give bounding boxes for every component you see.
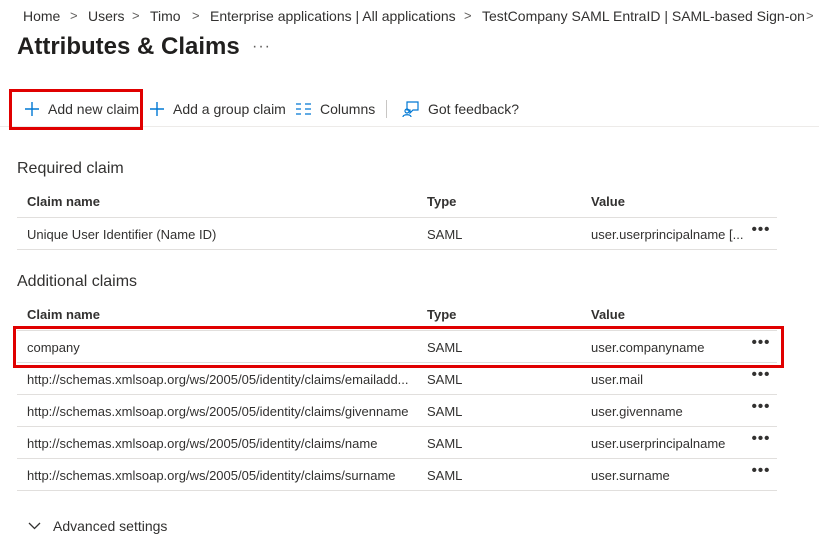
claim-name: company [27,340,80,355]
additional-claims-header: Claim name Type Value [17,298,777,331]
claim-value: user.surname [591,468,670,483]
page-more-button[interactable]: ··· [252,38,271,56]
advanced-settings-toggle[interactable]: Advanced settings [28,518,167,534]
toolbar-divider [386,100,387,118]
claim-name: http://schemas.xmlsoap.org/ws/2005/05/id… [27,468,396,483]
claim-type: SAML [427,372,463,387]
claim-value: user.userprincipalname [591,436,726,451]
claim-name: Unique User Identifier (Name ID) [27,227,217,242]
claim-name: http://schemas.xmlsoap.org/ws/2005/05/id… [27,404,409,419]
table-row[interactable]: http://schemas.xmlsoap.org/ws/2005/05/id… [17,459,777,491]
columns-label: Columns [320,101,376,117]
plus-icon [150,102,164,116]
row-more-button[interactable]: ••• [750,367,772,387]
table-row[interactable]: http://schemas.xmlsoap.org/ws/2005/05/id… [17,395,777,427]
breadcrumb-enterprise-applications[interactable]: Enterprise applications | All applicatio… [210,8,456,24]
table-row[interactable]: company SAML user.companyname ••• [17,331,777,363]
feedback-icon [402,101,419,118]
feedback-label: Got feedback? [428,101,520,117]
add-group-claim-button[interactable]: Add a group claim [149,94,286,124]
column-header-claim-name[interactable]: Claim name [27,194,425,209]
page-title: Attributes & Claims [17,33,240,60]
claim-type: SAML [427,340,463,355]
claim-type: SAML [427,468,463,483]
claim-value: user.mail [591,372,644,387]
add-new-claim-label: Add new claim [48,101,140,117]
toolbar-divider-line [0,126,819,127]
row-more-button[interactable]: ••• [750,463,772,483]
breadcrumb-separator: > [464,8,472,23]
required-claim-title: Required claim [17,160,124,177]
breadcrumb-separator: > [70,8,78,23]
column-header-type[interactable]: Type [427,194,577,209]
feedback-button[interactable]: Got feedback? [402,94,519,124]
claim-type: SAML [427,436,463,451]
claim-value: user.userprincipalname [... [591,227,744,242]
table-row[interactable]: http://schemas.xmlsoap.org/ws/2005/05/id… [17,427,777,459]
breadcrumb: Home > Users > Timo > Enterprise applica… [0,0,819,32]
claim-name: http://schemas.xmlsoap.org/ws/2005/05/id… [27,372,409,387]
chevron-down-icon [28,522,41,530]
column-header-claim-name[interactable]: Claim name [27,307,425,322]
row-more-button[interactable]: ••• [750,431,772,451]
columns-button[interactable]: Columns [295,94,375,124]
claim-type: SAML [427,227,463,242]
claim-name: http://schemas.xmlsoap.org/ws/2005/05/id… [27,436,378,451]
table-row[interactable]: Unique User Identifier (Name ID) SAML us… [17,218,777,250]
breadcrumb-timo[interactable]: Timo [150,8,181,24]
claim-type: SAML [427,404,463,419]
column-header-type[interactable]: Type [427,307,577,322]
additional-claims-title: Additional claims [17,273,138,290]
breadcrumb-separator: > [806,8,814,23]
breadcrumb-home[interactable]: Home [23,8,60,24]
row-more-button[interactable]: ••• [750,399,772,419]
breadcrumb-users[interactable]: Users [88,8,125,24]
column-header-value[interactable]: Value [591,194,745,209]
columns-icon [296,103,311,115]
column-header-value[interactable]: Value [591,307,745,322]
advanced-settings-label: Advanced settings [53,518,168,534]
breadcrumb-separator: > [192,8,200,23]
row-more-button[interactable]: ••• [750,335,772,355]
add-new-claim-button[interactable]: Add new claim [24,94,139,124]
row-more-button[interactable]: ••• [750,222,772,242]
breadcrumb-separator: > [132,8,140,23]
table-row[interactable]: http://schemas.xmlsoap.org/ws/2005/05/id… [17,363,777,395]
add-group-claim-label: Add a group claim [173,101,286,117]
plus-icon [25,102,39,116]
breadcrumb-saml-sign-on[interactable]: TestCompany SAML EntraID | SAML-based Si… [482,8,805,24]
required-claims-header: Claim name Type Value [17,185,777,218]
claim-value: user.companyname [591,340,705,355]
claim-value: user.givenname [591,404,683,419]
